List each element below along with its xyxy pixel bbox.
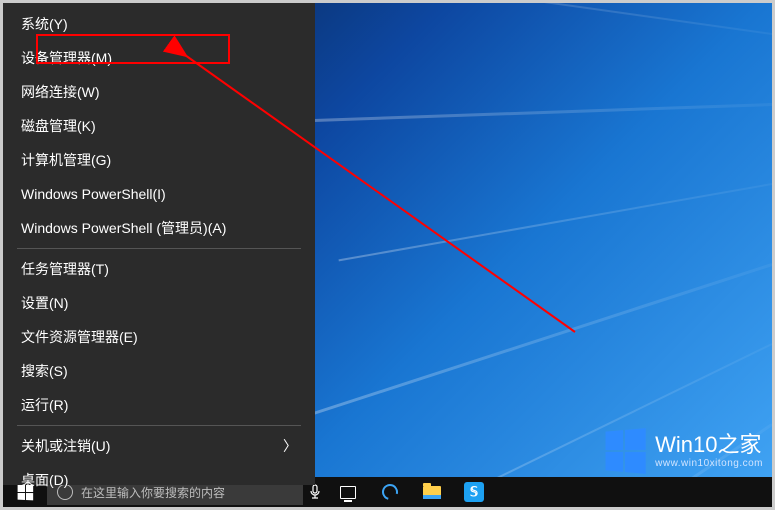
menu-item-settings[interactable]: 设置(N) <box>3 286 315 320</box>
menu-item-powershell[interactable]: Windows PowerShell(I) <box>3 177 315 211</box>
menu-item-disk-management[interactable]: 磁盘管理(K) <box>3 109 315 143</box>
taskbar-app-twitter[interactable]: 𝕊 <box>453 477 495 507</box>
menu-item-network-connections[interactable]: 网络连接(W) <box>3 75 315 109</box>
taskbar-app-edge[interactable] <box>369 477 411 507</box>
edge-icon <box>379 481 401 503</box>
watermark: Win10之家 www.win10xitong.com <box>603 430 763 472</box>
menu-item-desktop[interactable]: 桌面(D) <box>3 463 315 497</box>
menu-separator <box>17 248 301 249</box>
winx-context-menu: 系统(Y) 设备管理器(M) 网络连接(W) 磁盘管理(K) 计算机管理(G) … <box>3 3 315 485</box>
taskbar-app-file-explorer[interactable] <box>411 477 453 507</box>
task-view-button[interactable] <box>327 477 369 507</box>
windows-logo-icon <box>606 428 646 474</box>
menu-item-computer-management[interactable]: 计算机管理(G) <box>3 143 315 177</box>
menu-item-shutdown-signout[interactable]: 关机或注销(U) 〉 <box>3 429 315 463</box>
watermark-url: www.win10xitong.com <box>655 458 763 469</box>
task-view-icon <box>340 486 356 499</box>
twitter-icon: 𝕊 <box>464 482 484 502</box>
menu-item-powershell-admin[interactable]: Windows PowerShell (管理员)(A) <box>3 211 315 245</box>
folder-icon <box>423 486 441 499</box>
menu-item-search[interactable]: 搜索(S) <box>3 354 315 388</box>
menu-separator <box>17 425 301 426</box>
menu-item-file-explorer[interactable]: 文件资源管理器(E) <box>3 320 315 354</box>
watermark-title: Win10之家 <box>655 433 763 457</box>
menu-item-task-manager[interactable]: 任务管理器(T) <box>3 252 315 286</box>
menu-item-run[interactable]: 运行(R) <box>3 388 315 422</box>
menu-item-system[interactable]: 系统(Y) <box>3 7 315 41</box>
menu-item-device-manager[interactable]: 设备管理器(M) <box>3 41 315 75</box>
chevron-right-icon: 〉 <box>283 429 297 463</box>
